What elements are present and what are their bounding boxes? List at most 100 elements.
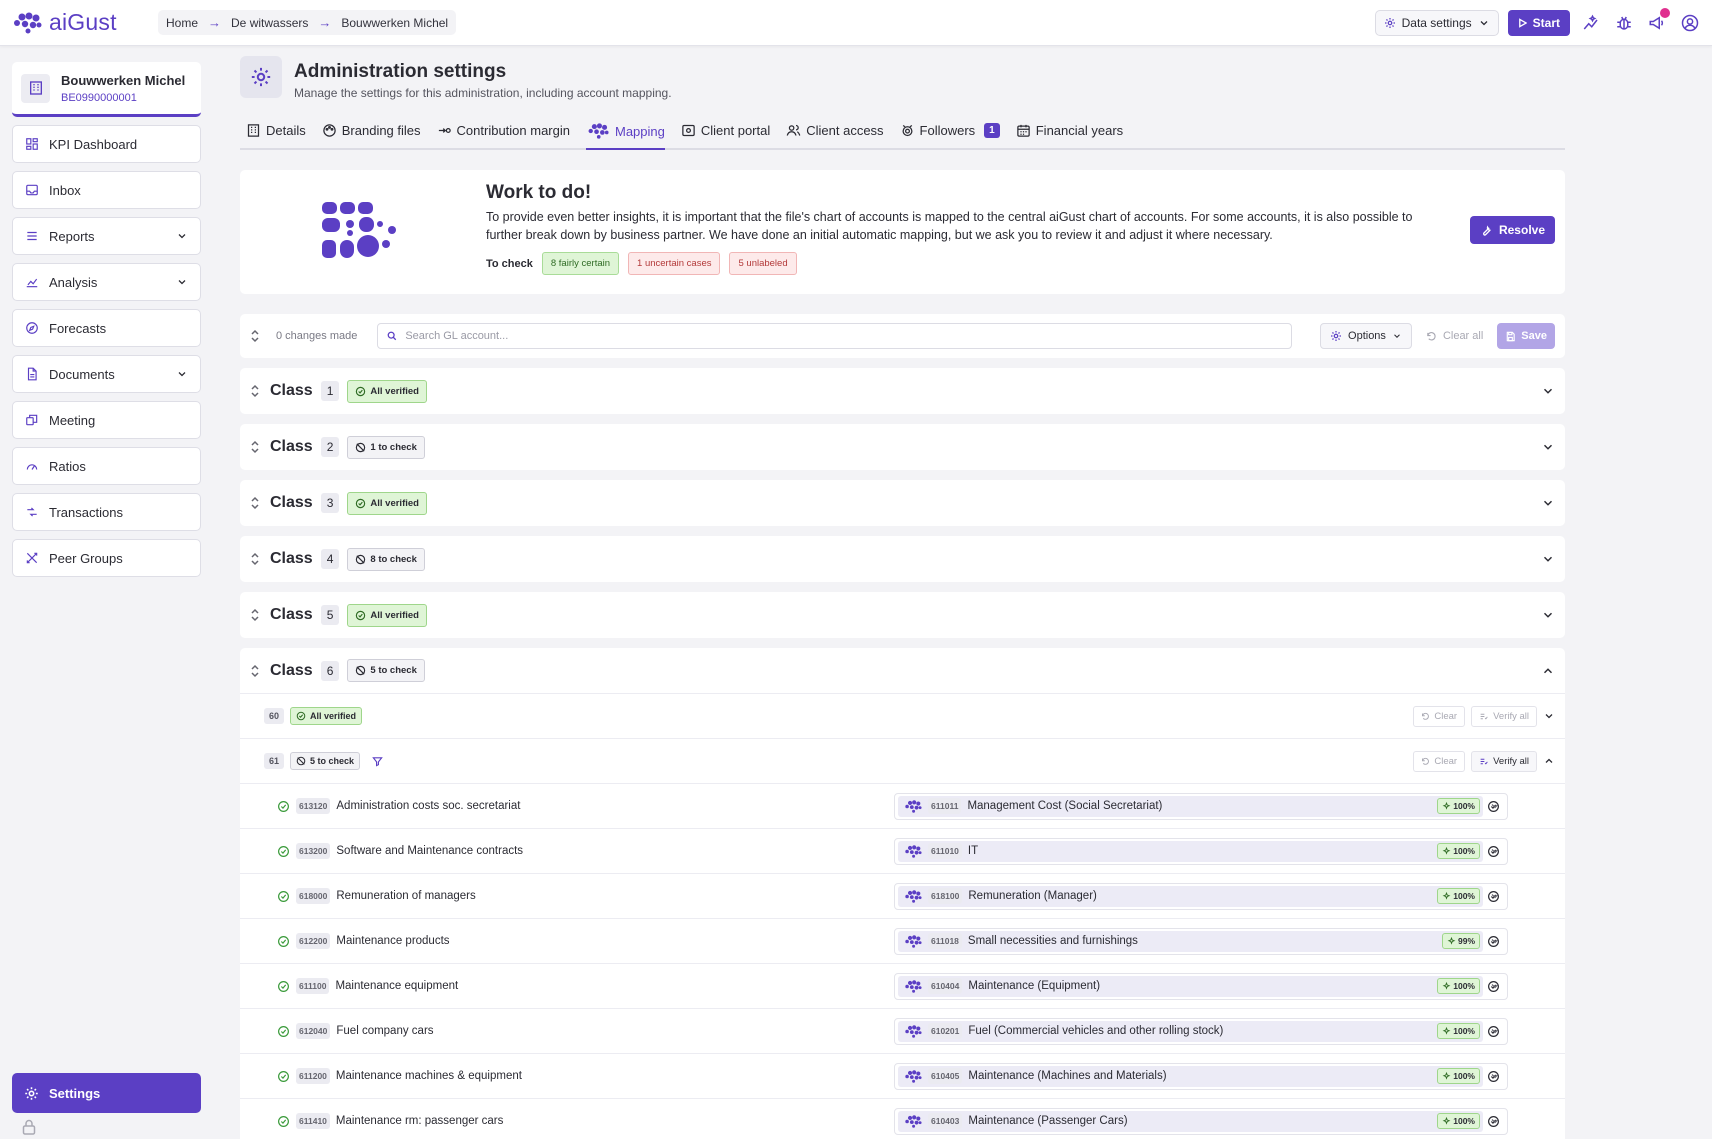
account-row[interactable]: 612040 Fuel company cars 610201 Fuel (Comme… bbox=[240, 1009, 1565, 1054]
tab-client-portal[interactable]: Client portal bbox=[681, 118, 770, 148]
account-row[interactable]: 612200 Maintenance products 611018 Small ne… bbox=[240, 919, 1565, 964]
changes-counter: 0 changes made bbox=[276, 330, 358, 342]
mapping-select[interactable]: 610201 Fuel (Commercial vehicles and othe… bbox=[894, 1017, 1508, 1045]
chevron-down-icon[interactable] bbox=[1489, 980, 1501, 992]
sidebar-item-forecasts[interactable]: Forecasts bbox=[12, 309, 201, 347]
breadcrumb-home[interactable]: Home bbox=[166, 16, 198, 30]
tab-branding-files[interactable]: Branding files bbox=[322, 118, 421, 148]
confidence-badge: 100% bbox=[1437, 1023, 1480, 1039]
clear-button[interactable]: Clear bbox=[1413, 705, 1466, 727]
class-3-row[interactable]: Class 3 All verified bbox=[240, 480, 1565, 526]
tab-followers[interactable]: Followers 1 bbox=[900, 118, 1000, 148]
sidebar-item-kpi-dashboard[interactable]: KPI Dashboard bbox=[12, 125, 201, 163]
search-gl-account-input[interactable]: Search GL account... bbox=[377, 323, 1293, 349]
tab-details[interactable]: Details bbox=[246, 118, 306, 148]
account-row[interactable]: 611410 Maintenance rm: passenger cars 6104… bbox=[240, 1099, 1565, 1139]
tab-mapping[interactable]: Mapping bbox=[585, 120, 665, 150]
verify-all-button[interactable]: Verify all bbox=[1471, 750, 1537, 772]
resolve-button[interactable]: Resolve bbox=[1469, 216, 1555, 244]
portal-icon bbox=[682, 124, 695, 136]
sidebar-item-transactions[interactable]: Transactions bbox=[12, 493, 201, 531]
save-button[interactable]: Save bbox=[1497, 323, 1555, 349]
chevron-down-icon[interactable] bbox=[1489, 935, 1501, 947]
sidebar-item-inbox[interactable]: Inbox bbox=[12, 171, 201, 209]
chevron-down-icon[interactable] bbox=[1489, 1025, 1501, 1037]
mapping-select[interactable]: 618100 Remuneration (Manager) 100% bbox=[894, 882, 1508, 910]
sparkle-icon bbox=[1442, 801, 1451, 810]
account-name: Software and Maintenance contracts bbox=[336, 845, 524, 857]
account-row[interactable]: 613200 Software and Maintenance contracts… bbox=[240, 829, 1565, 874]
sparkle-icon bbox=[1442, 1026, 1451, 1035]
lock-icon[interactable] bbox=[22, 1119, 36, 1135]
fairly-certain-chip[interactable]: 8 fairly certain bbox=[541, 252, 620, 275]
check-circle-icon bbox=[278, 890, 289, 902]
sidebar-item-ratios[interactable]: Ratios bbox=[12, 447, 201, 485]
chevron-down-icon[interactable] bbox=[1489, 845, 1501, 857]
expand-collapse-icon[interactable] bbox=[250, 329, 260, 343]
tab-financial-years[interactable]: Financial years bbox=[1016, 118, 1123, 148]
start-button[interactable]: Start bbox=[1507, 9, 1570, 36]
breadcrumb-office[interactable]: De witwassers bbox=[231, 16, 308, 30]
chevron-down-icon[interactable] bbox=[1489, 800, 1501, 812]
sidebar-item-meeting[interactable]: Meeting bbox=[12, 401, 201, 439]
mapping-select[interactable]: 610404 Maintenance (Equipment) 100% bbox=[894, 972, 1508, 1000]
clear-all-button[interactable]: Clear all bbox=[1422, 330, 1487, 342]
account-row[interactable]: 611200 Maintenance machines & equipment 61… bbox=[240, 1054, 1565, 1099]
ai-assistant-button[interactable] bbox=[1579, 11, 1603, 35]
mapping-select[interactable]: 610405 Maintenance (Machines and Material… bbox=[894, 1062, 1508, 1090]
debug-button[interactable] bbox=[1612, 11, 1636, 35]
class-number: 3 bbox=[320, 493, 340, 513]
check-circle-icon bbox=[296, 711, 306, 721]
app-logo[interactable]: aiGust bbox=[12, 9, 146, 36]
class-number: 4 bbox=[320, 549, 340, 569]
account-row[interactable]: 611100 Maintenance equipment 610404 Mainten… bbox=[240, 964, 1565, 1009]
search-icon bbox=[387, 331, 397, 341]
tab-client-access[interactable]: Client access bbox=[786, 118, 884, 148]
chevron-down-icon[interactable] bbox=[1489, 890, 1501, 902]
class-6-section: Class 6 5 to check 60 All verified Clear bbox=[240, 648, 1565, 1139]
sidebar-item-reports[interactable]: Reports bbox=[12, 217, 201, 255]
tab-label: Mapping bbox=[614, 123, 665, 139]
filter-icon[interactable] bbox=[372, 756, 383, 767]
class-status-badge: 5 to check bbox=[347, 659, 425, 682]
options-dropdown[interactable]: Options bbox=[1320, 323, 1412, 349]
clear-button[interactable]: Clear bbox=[1413, 750, 1466, 772]
transactions-icon bbox=[27, 507, 37, 517]
expand-collapse-icon bbox=[251, 496, 259, 510]
announcements-button[interactable] bbox=[1645, 7, 1670, 35]
calendar-icon bbox=[1016, 124, 1030, 137]
mapping-select[interactable]: 610403 Maintenance (Passenger Cars) 100% bbox=[894, 1107, 1508, 1135]
subgroup-61-row[interactable]: 61 5 to check Clear Verify all bbox=[240, 739, 1565, 784]
mapping-select[interactable]: 611011 Management Cost (Social Secretaria… bbox=[894, 792, 1508, 820]
account-row[interactable]: 618000 Remuneration of managers 618100 Remu… bbox=[240, 874, 1565, 919]
arrow-right-icon: → bbox=[318, 15, 332, 30]
subgroup-60-row[interactable]: 60 All verified Clear Verify all bbox=[240, 694, 1565, 739]
class-label: Class bbox=[270, 661, 313, 679]
mapping-select[interactable]: 611018 Small necessities and furnishings 9… bbox=[894, 927, 1508, 955]
data-settings-dropdown[interactable]: Data settings bbox=[1374, 9, 1499, 36]
sidebar-item-analysis[interactable]: Analysis bbox=[12, 263, 201, 301]
account-row[interactable]: 613120 Administration costs soc. secretar… bbox=[240, 784, 1565, 829]
sidebar-item-settings[interactable]: Settings bbox=[12, 1073, 201, 1113]
class-1-row[interactable]: Class 1 All verified bbox=[240, 368, 1565, 414]
expand-collapse-icon bbox=[251, 440, 259, 454]
check-circle-icon bbox=[278, 1025, 289, 1037]
sparkle-icon bbox=[1447, 936, 1456, 945]
tab-contribution-margin[interactable]: Contribution margin bbox=[437, 118, 570, 148]
class-6-header[interactable]: Class 6 5 to check bbox=[240, 648, 1565, 694]
uncertain-cases-chip[interactable]: 1 uncertain cases bbox=[628, 252, 721, 275]
mapped-account-name: Small necessities and furnishings bbox=[967, 935, 1138, 947]
chevron-down-icon[interactable] bbox=[1489, 1115, 1501, 1127]
class-2-row[interactable]: Class 2 1 to check bbox=[240, 424, 1565, 470]
mapping-select[interactable]: 611010 IT 100% bbox=[894, 837, 1508, 865]
class-4-row[interactable]: Class 4 8 to check bbox=[240, 536, 1565, 582]
sidebar-item-peer-groups[interactable]: Peer Groups bbox=[12, 539, 201, 577]
verify-all-button[interactable]: Verify all bbox=[1471, 705, 1537, 727]
breadcrumb-client[interactable]: Bouwwerken Michel bbox=[341, 16, 448, 30]
chevron-down-icon[interactable] bbox=[1489, 1070, 1501, 1082]
sidebar-item-documents[interactable]: Documents bbox=[12, 355, 201, 393]
unlabeled-chip[interactable]: 5 unlabeled bbox=[729, 252, 797, 275]
user-menu-button[interactable] bbox=[1678, 11, 1702, 35]
organization-card[interactable]: Bouwwerken Michel BE0990000001 bbox=[12, 62, 201, 117]
class-5-row[interactable]: Class 5 All verified bbox=[240, 592, 1565, 638]
